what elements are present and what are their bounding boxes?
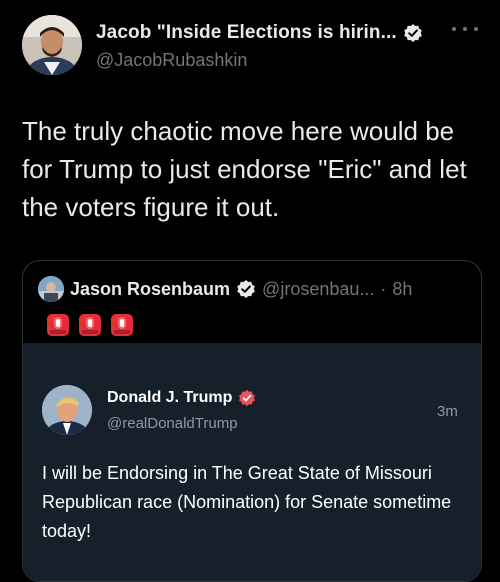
embedded-author-handle: @realDonaldTrump: [107, 415, 238, 432]
author-name-row[interactable]: Jacob "Inside Elections is hirin...: [96, 22, 423, 44]
red-verified-badge-icon: [238, 389, 256, 407]
tweet-text: The truly chaotic move here would be for…: [22, 116, 467, 222]
embedded-author-avatar: [42, 385, 92, 435]
embedded-post-time: 3m: [437, 403, 458, 420]
quoted-author-name[interactable]: Jason Rosenbaum: [70, 279, 230, 300]
quoted-tweet-time[interactable]: 8h: [392, 279, 412, 300]
quoted-author-avatar[interactable]: [38, 276, 64, 302]
tweet[interactable]: Jacob "Inside Elections is hirin... @Jac…: [0, 0, 500, 582]
separator-dot: ·: [380, 278, 387, 299]
embedded-author-avatar-image: [42, 385, 92, 435]
verified-badge-icon: [403, 23, 423, 43]
embedded-author-name: Donald J. Trump: [107, 389, 233, 406]
embedded-screenshot[interactable]: Donald J. Trump @realDonaldTrump 3m I wi…: [23, 343, 481, 581]
quoted-author-avatar-image: [38, 276, 64, 302]
author-display-name[interactable]: Jacob "Inside Elections is hirin...: [96, 22, 397, 44]
verified-badge-icon: [236, 279, 256, 299]
police-light-emoji-icon: [111, 314, 133, 336]
more-dot: [463, 27, 467, 31]
more-dot: [474, 27, 478, 31]
more-options-icon[interactable]: [452, 22, 478, 36]
emoji-row: [45, 312, 135, 338]
police-light-emoji-icon: [47, 314, 69, 336]
more-dot: [452, 27, 456, 31]
embedded-name-row: Donald J. Trump: [107, 389, 256, 407]
author-avatar[interactable]: [22, 15, 82, 75]
quoted-author-handle[interactable]: @jrosenbau...: [262, 279, 374, 300]
quoted-tweet-card[interactable]: Jason Rosenbaum @jrosenbau... · 8h Donal…: [22, 260, 482, 582]
police-light-emoji-icon: [79, 314, 101, 336]
author-avatar-image: [22, 15, 82, 75]
embedded-post-text: I will be Endorsing in The Great State o…: [42, 463, 452, 541]
author-handle[interactable]: @JacobRubashkin: [96, 50, 247, 71]
quoted-tweet-header[interactable]: Jason Rosenbaum @jrosenbau... · 8h: [38, 276, 412, 302]
